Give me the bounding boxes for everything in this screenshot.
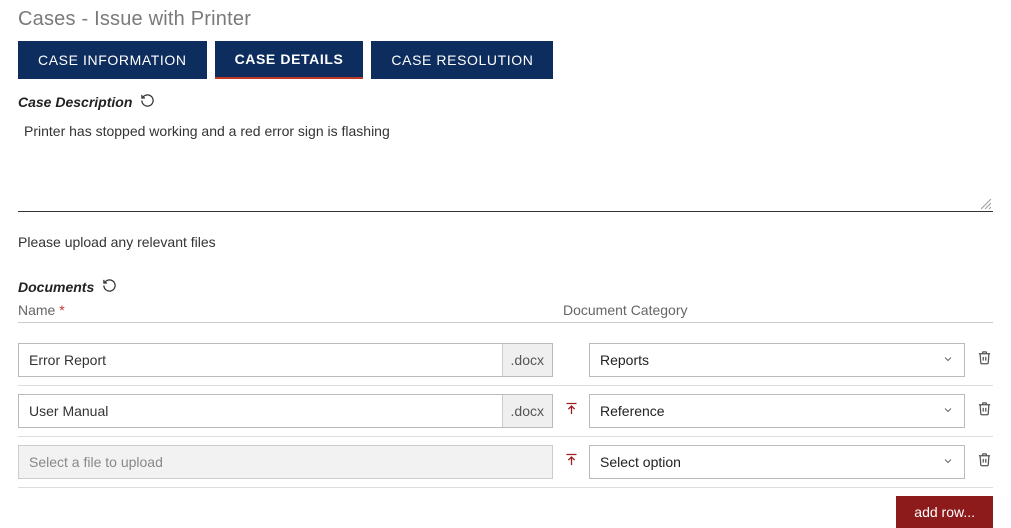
documents-column-headers: Name * Document Category xyxy=(18,302,993,323)
undo-icon[interactable] xyxy=(140,93,155,111)
category-select[interactable]: Select option xyxy=(589,445,965,479)
tabs: CASE INFORMATION CASE DETAILS CASE RESOL… xyxy=(18,41,993,79)
trash-icon[interactable] xyxy=(977,452,992,472)
category-value: Reports xyxy=(600,352,649,368)
upload-icon[interactable] xyxy=(564,401,579,421)
chevron-down-icon xyxy=(942,352,954,368)
tab-case-resolution[interactable]: CASE RESOLUTION xyxy=(371,41,553,79)
category-select[interactable]: Reports xyxy=(589,343,965,377)
document-row: User Manual .docx Reference xyxy=(18,386,993,437)
file-field[interactable]: Select a file to upload xyxy=(18,445,553,479)
column-category-label: Document Category xyxy=(563,302,993,318)
category-placeholder: Select option xyxy=(600,454,681,470)
upload-helper-text: Please upload any relevant files xyxy=(18,234,993,250)
documents-header: Documents xyxy=(18,278,993,296)
column-name-label: Name xyxy=(18,302,55,318)
file-placeholder: Select a file to upload xyxy=(19,446,552,478)
add-row-button[interactable]: add row... xyxy=(896,496,993,528)
file-name: Error Report xyxy=(19,344,502,376)
case-description-header: Case Description xyxy=(18,93,993,111)
page-title: Cases - Issue with Printer xyxy=(18,8,993,31)
file-field[interactable]: Error Report .docx xyxy=(18,343,553,377)
chevron-down-icon xyxy=(942,454,954,470)
documents-label: Documents xyxy=(18,279,94,295)
file-field[interactable]: User Manual .docx xyxy=(18,394,553,428)
undo-icon[interactable] xyxy=(102,278,117,296)
tab-case-information[interactable]: CASE INFORMATION xyxy=(18,41,207,79)
required-indicator: * xyxy=(59,302,64,318)
case-description-label: Case Description xyxy=(18,94,132,110)
document-row: Select a file to upload Select option xyxy=(18,437,993,488)
trash-icon[interactable] xyxy=(977,401,992,421)
upload-icon[interactable] xyxy=(564,452,579,472)
file-name: User Manual xyxy=(19,395,502,427)
tab-case-details[interactable]: CASE DETAILS xyxy=(215,41,364,79)
case-description-input[interactable]: Printer has stopped working and a red er… xyxy=(18,117,993,212)
document-row: Error Report .docx Reports xyxy=(18,335,993,386)
file-ext: .docx xyxy=(502,344,552,376)
file-ext: .docx xyxy=(502,395,552,427)
trash-icon[interactable] xyxy=(977,350,992,370)
category-value: Reference xyxy=(600,403,665,419)
chevron-down-icon xyxy=(942,403,954,419)
category-select[interactable]: Reference xyxy=(589,394,965,428)
